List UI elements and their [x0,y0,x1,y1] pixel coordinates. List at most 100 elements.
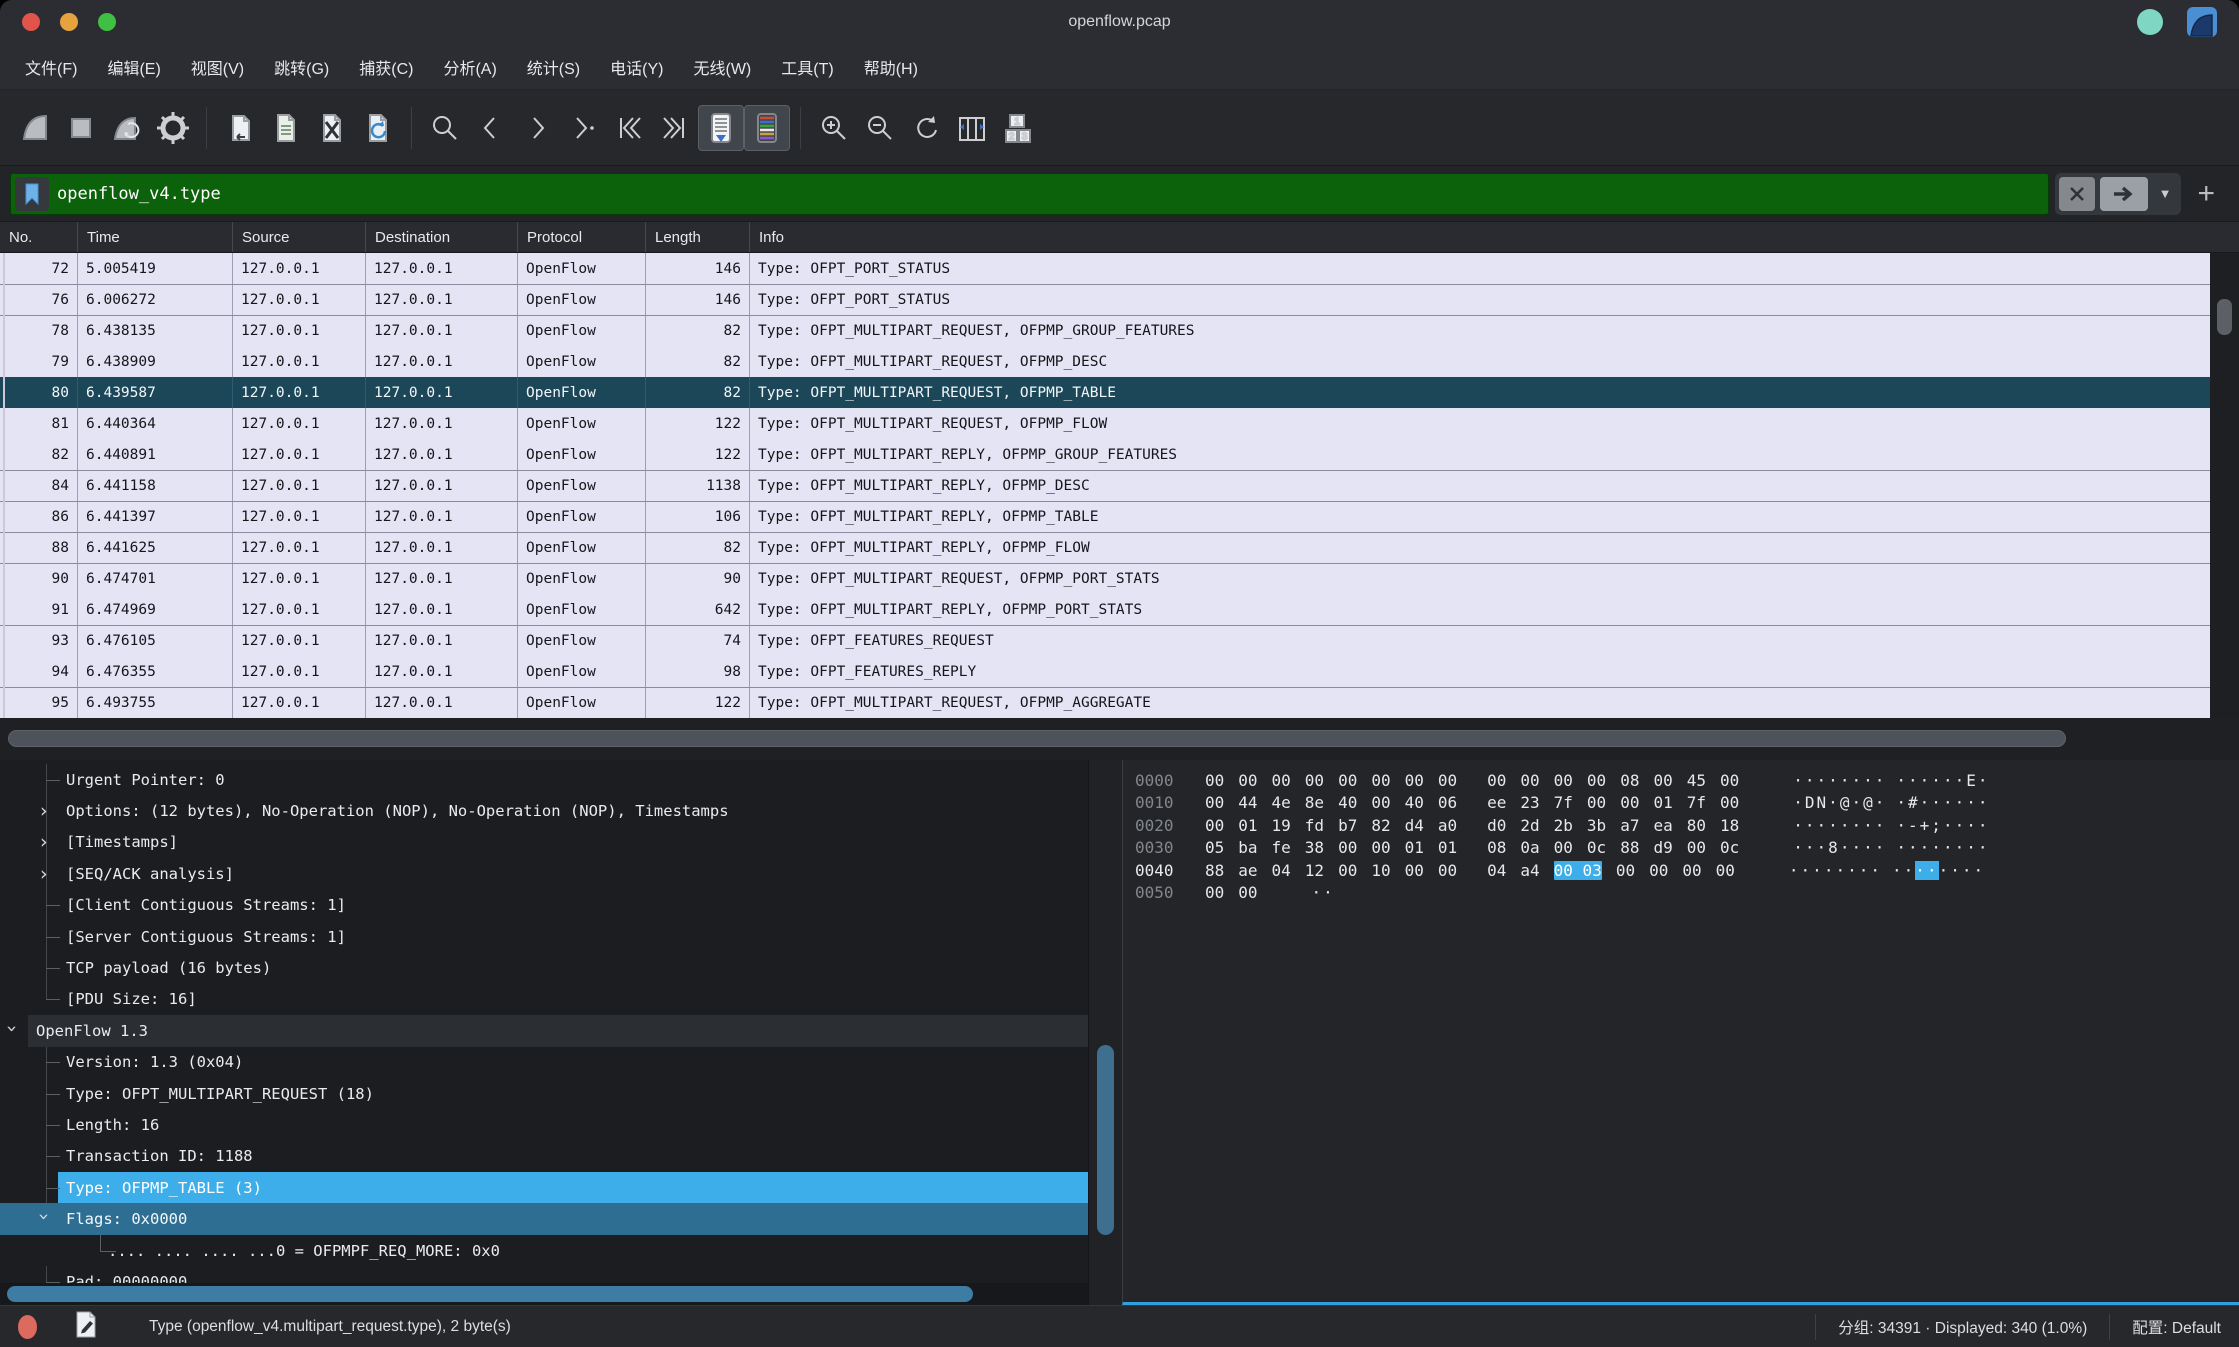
go-back-button[interactable] [468,105,514,151]
detail-row-5[interactable]: [Server Contiguous Streams: 1] [0,921,1088,952]
menu-item-8[interactable]: 无线(W) [678,48,766,86]
hex-byte[interactable]: 00 [1649,861,1668,880]
zoom-reset-button[interactable] [903,105,949,151]
menu-item-7[interactable]: 电话(Y) [595,48,678,86]
details-scrollbar[interactable] [1088,760,1122,1305]
resize-123-button[interactable]: 123 [995,105,1041,151]
packet-row-81[interactable]: 816.440364127.0.0.1127.0.0.1OpenFlow122T… [0,408,2239,439]
hex-byte[interactable]: d0 [1487,816,1506,835]
reload-file-button[interactable] [355,105,401,151]
filter-add-button[interactable]: + [2197,177,2215,211]
hex-byte[interactable]: 38 [1305,838,1324,857]
detail-row-0[interactable]: Urgent Pointer: 0 [0,764,1088,795]
expand-arrow-icon[interactable]: › [40,863,48,885]
hex-byte[interactable]: 00 [1716,861,1735,880]
display-filter-field[interactable] [10,173,2049,215]
hex-byte[interactable]: 23 [1520,793,1539,812]
hex-byte[interactable]: 2b [1554,816,1573,835]
hex-byte[interactable]: 00 [1720,771,1739,790]
hex-byte[interactable]: ea [1653,816,1672,835]
go-last-packet-button[interactable] [652,105,698,151]
detail-row-9[interactable]: Version: 1.3 (0x04) [0,1047,1088,1078]
stop-capture-button[interactable] [58,105,104,151]
hex-byte[interactable]: 00 [1272,771,1291,790]
hex-byte[interactable]: 00 [1205,771,1224,790]
hex-byte[interactable]: 10 [1371,861,1390,880]
save-file-button[interactable] [263,105,309,151]
hex-byte[interactable]: 06 [1438,793,1457,812]
hex-byte[interactable]: 44 [1238,793,1257,812]
auto-scroll-button[interactable] [698,105,744,151]
hex-byte[interactable]: 00 [1238,771,1257,790]
hex-row-0000[interactable]: 000000000000000000000000000008004500····… [1135,769,2239,792]
hex-byte[interactable]: b7 [1338,816,1357,835]
packet-list-hscrollbar-thumb[interactable] [8,730,2066,747]
hex-byte[interactable]: 8e [1305,793,1324,812]
hex-row-0050[interactable]: 00500000·· [1135,882,2239,905]
hex-byte[interactable]: 00 [1687,838,1706,857]
menu-item-6[interactable]: 统计(S) [512,48,595,86]
close-file-button[interactable] [309,105,355,151]
hex-byte[interactable]: 01 [1405,838,1424,857]
hex-byte[interactable]: 7f [1554,793,1573,812]
column-header-length[interactable]: Length [646,222,750,252]
column-header-destination[interactable]: Destination [366,222,518,252]
hex-byte[interactable]: 00 [1520,771,1539,790]
hex-ascii[interactable]: ·DN·@·@··#······ [1793,793,1989,812]
packet-list-scrollbar-thumb[interactable] [2217,299,2232,335]
hex-byte[interactable]: 7f [1687,793,1706,812]
menu-item-2[interactable]: 视图(V) [176,48,259,86]
hex-byte[interactable]: d4 [1405,816,1424,835]
hex-byte[interactable]: 88 [1205,861,1224,880]
hex-byte[interactable]: 00 [1587,793,1606,812]
hex-byte[interactable]: a4 [1520,861,1539,880]
hex-ascii[interactable]: ··············E· [1793,771,1989,790]
hex-byte[interactable]: 4e [1272,793,1291,812]
profile-button[interactable]: 配置: Default [2132,1316,2221,1338]
resize-columns-button[interactable] [949,105,995,151]
hex-byte[interactable]: ba [1238,838,1257,857]
collapse-arrow-icon[interactable]: › [1,1025,23,1033]
hex-byte-selected[interactable]: 00 03 [1554,861,1602,880]
hex-row-0010[interactable]: 001000444e8e40004006ee237f0000017f00·DN·… [1135,792,2239,815]
detail-row-15[interactable]: .... .... .... ...0 = OFPMPF_REQ_MORE: 0… [0,1235,1088,1266]
hex-byte[interactable]: 00 [1338,771,1357,790]
capture-options-button[interactable] [150,105,196,151]
hex-byte[interactable]: 00 [1205,816,1224,835]
menu-item-9[interactable]: 工具(T) [766,48,848,86]
menu-item-0[interactable]: 文件(F) [10,48,92,86]
hex-byte[interactable]: 00 [1405,861,1424,880]
go-to-packet-button[interactable] [560,105,606,151]
hex-byte[interactable]: 01 [1653,793,1672,812]
zoom-in-button[interactable] [811,105,857,151]
hex-byte[interactable]: ee [1487,793,1506,812]
packet-row-84[interactable]: 846.441158127.0.0.1127.0.0.1OpenFlow1138… [0,470,2239,501]
hex-byte[interactable]: 00 [1616,861,1635,880]
hex-byte[interactable]: 0c [1587,838,1606,857]
restart-capture-button[interactable] [104,105,150,151]
go-forward-button[interactable] [514,105,560,151]
filter-dropdown-caret[interactable]: ▼ [2153,186,2178,201]
column-header-source[interactable]: Source [233,222,366,252]
hex-byte[interactable]: a0 [1438,816,1457,835]
hex-byte[interactable]: 00 [1305,771,1324,790]
hex-byte[interactable]: fe [1272,838,1291,857]
hex-byte[interactable]: 04 [1487,861,1506,880]
hex-byte[interactable]: 00 [1587,771,1606,790]
hex-ascii[interactable]: ················ [1789,861,1985,880]
detail-row-12[interactable]: Transaction ID: 1188 [0,1141,1088,1172]
capture-comment-icon[interactable] [75,1311,97,1343]
zoom-out-button[interactable] [857,105,903,151]
hex-byte[interactable]: 00 [1554,771,1573,790]
packet-row-78[interactable]: 786.438135127.0.0.1127.0.0.1OpenFlow82Ty… [0,315,2239,346]
details-hscrollbar-thumb[interactable] [7,1286,973,1302]
hex-byte[interactable]: 00 [1438,861,1457,880]
hex-byte[interactable]: 45 [1687,771,1706,790]
hex-byte[interactable]: 01 [1438,838,1457,857]
hex-byte[interactable]: 40 [1405,793,1424,812]
hex-byte[interactable]: 00 [1338,861,1357,880]
hex-byte[interactable]: 18 [1720,816,1739,835]
open-file-button[interactable] [217,105,263,151]
hex-byte[interactable]: 00 [1438,771,1457,790]
hex-byte[interactable]: 00 [1720,793,1739,812]
